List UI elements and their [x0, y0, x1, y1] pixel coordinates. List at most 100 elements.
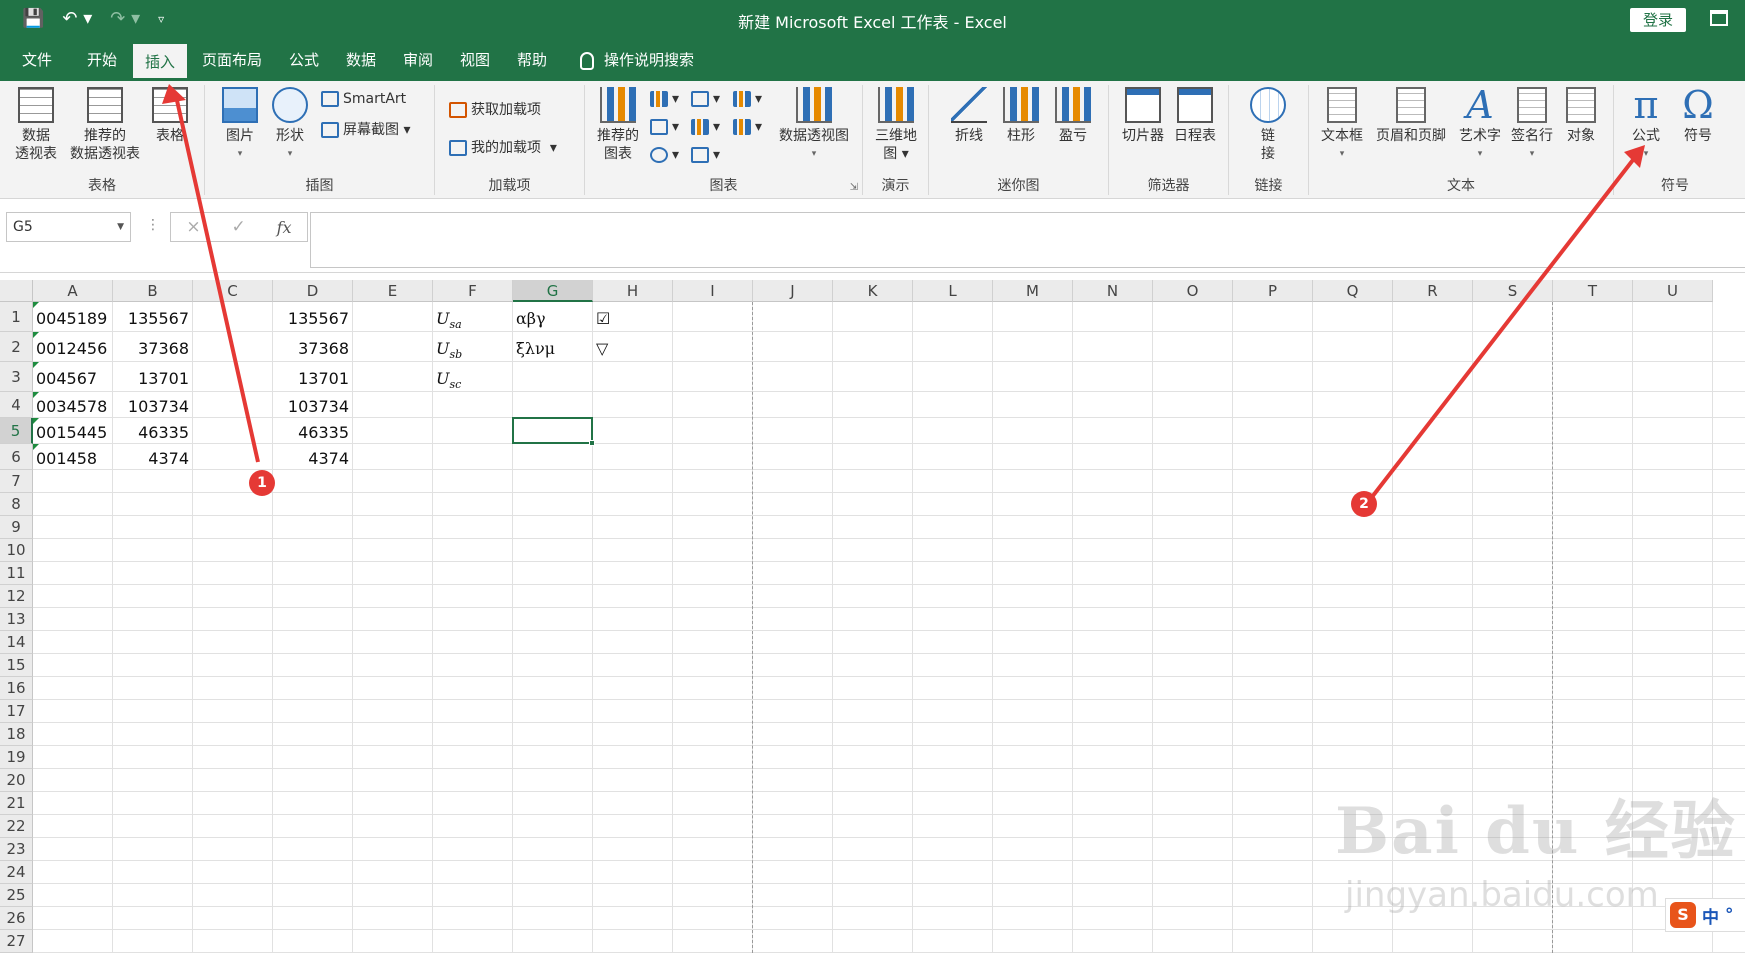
- row-header-24[interactable]: 24: [0, 861, 33, 884]
- column-header-P[interactable]: P: [1233, 280, 1313, 302]
- cell-B1[interactable]: 135567: [113, 302, 192, 332]
- row-header-7[interactable]: 7: [0, 470, 33, 493]
- row-header-20[interactable]: 20: [0, 769, 33, 792]
- cell-A6[interactable]: 001458: [33, 444, 112, 470]
- column-chart-button[interactable]: ▾: [650, 91, 679, 107]
- pictures-button[interactable]: 图片 ▾: [219, 87, 261, 163]
- tab-view[interactable]: 视图: [460, 40, 490, 81]
- column-header-A[interactable]: A: [33, 280, 113, 302]
- row-header-11[interactable]: 11: [0, 562, 33, 585]
- name-box-dropdown-icon[interactable]: ▼: [117, 213, 124, 241]
- link-button[interactable]: 链 接: [1247, 87, 1289, 163]
- cell-D6[interactable]: 4374: [273, 444, 352, 470]
- tab-help[interactable]: 帮助: [517, 40, 547, 81]
- wordart-button[interactable]: A 艺术字 ▾: [1455, 86, 1505, 163]
- tell-me-search[interactable]: 操作说明搜索: [580, 40, 694, 81]
- column-header-Q[interactable]: Q: [1313, 280, 1393, 302]
- cell-B6[interactable]: 4374: [113, 444, 192, 470]
- cell-D2[interactable]: 37368: [273, 332, 352, 362]
- tab-file[interactable]: 文件: [22, 40, 52, 81]
- row-header-15[interactable]: 15: [0, 654, 33, 677]
- cell-D3[interactable]: 13701: [273, 362, 352, 392]
- recommended-charts-button[interactable]: 推荐的 图表: [593, 87, 643, 163]
- row-header-25[interactable]: 25: [0, 884, 33, 907]
- column-header-M[interactable]: M: [993, 280, 1073, 302]
- shapes-button[interactable]: 形状 ▾: [269, 87, 311, 163]
- row-header-21[interactable]: 21: [0, 792, 33, 815]
- tab-formulas[interactable]: 公式: [289, 40, 319, 81]
- equation-button[interactable]: π 公式 ▾: [1624, 86, 1668, 163]
- cell-F1[interactable]: Usa: [433, 302, 512, 332]
- hierarchy-chart-button[interactable]: ▾: [691, 91, 720, 107]
- pie-chart-button[interactable]: ▾: [650, 147, 679, 163]
- signature-line-button[interactable]: 签名行 ▾: [1507, 87, 1557, 163]
- get-addins-button[interactable]: 获取加载项: [449, 99, 541, 119]
- insert-function-icon[interactable]: fx: [277, 218, 292, 237]
- line-chart-button[interactable]: ▾: [650, 119, 679, 135]
- row-header-1[interactable]: 1: [0, 302, 33, 332]
- column-header-B[interactable]: B: [113, 280, 193, 302]
- cell-G2[interactable]: ξλνμ: [513, 332, 592, 362]
- cell-A2[interactable]: 0012456: [33, 332, 112, 362]
- tab-review[interactable]: 审阅: [403, 40, 433, 81]
- row-header-27[interactable]: 27: [0, 930, 33, 953]
- cell-F2[interactable]: Usb: [433, 332, 512, 362]
- cell-D1[interactable]: 135567: [273, 302, 352, 332]
- row-header-3[interactable]: 3: [0, 362, 33, 392]
- tab-insert[interactable]: 插入: [133, 44, 188, 81]
- ime-status-bar[interactable]: S 中 °: [1665, 898, 1745, 932]
- column-header-K[interactable]: K: [833, 280, 913, 302]
- screenshot-button[interactable]: 屏幕截图 ▾: [321, 119, 410, 139]
- row-header-18[interactable]: 18: [0, 723, 33, 746]
- scatter-chart-button[interactable]: ▾: [691, 147, 720, 163]
- 3d-map-button[interactable]: 三维地 图 ▾: [871, 87, 921, 163]
- cell-B4[interactable]: 103734: [113, 392, 192, 418]
- fill-handle[interactable]: [589, 440, 595, 446]
- column-header-E[interactable]: E: [353, 280, 433, 302]
- pivotchart-button[interactable]: 数据透视图 ▾: [773, 87, 855, 163]
- cell-A3[interactable]: 004567: [33, 362, 112, 392]
- column-header-D[interactable]: D: [273, 280, 353, 302]
- column-header-C[interactable]: C: [193, 280, 273, 302]
- header-footer-button[interactable]: 页眉和页脚: [1369, 87, 1453, 145]
- column-header-L[interactable]: L: [913, 280, 993, 302]
- cell-H2[interactable]: ▽: [593, 332, 672, 362]
- row-header-22[interactable]: 22: [0, 815, 33, 838]
- sparkline-winloss-button[interactable]: 盈亏: [1053, 87, 1093, 145]
- cell-A4[interactable]: 0034578: [33, 392, 112, 418]
- cell-H1[interactable]: ☑: [593, 302, 672, 332]
- enter-icon[interactable]: ✓: [232, 217, 246, 237]
- tab-home[interactable]: 开始: [87, 40, 117, 81]
- name-box[interactable]: G5 ▼: [6, 212, 131, 242]
- row-header-6[interactable]: 6: [0, 444, 33, 470]
- cell-A5[interactable]: 0015445: [33, 418, 112, 444]
- cell-F3[interactable]: Usc: [433, 362, 512, 392]
- cell-A1[interactable]: 0045189: [33, 302, 112, 332]
- row-header-19[interactable]: 19: [0, 746, 33, 769]
- row-header-2[interactable]: 2: [0, 332, 33, 362]
- login-button[interactable]: 登录: [1630, 8, 1686, 32]
- sparkline-column-button[interactable]: 柱形: [1001, 87, 1041, 145]
- row-header-8[interactable]: 8: [0, 493, 33, 516]
- column-header-O[interactable]: O: [1153, 280, 1233, 302]
- combo-chart-button[interactable]: ▾: [733, 119, 762, 135]
- smartart-button[interactable]: SmartArt: [321, 91, 406, 107]
- column-header-T[interactable]: T: [1553, 280, 1633, 302]
- row-header-16[interactable]: 16: [0, 677, 33, 700]
- column-header-S[interactable]: S: [1473, 280, 1553, 302]
- row-header-26[interactable]: 26: [0, 907, 33, 930]
- object-button[interactable]: 对象: [1559, 87, 1603, 145]
- column-header-H[interactable]: H: [593, 280, 673, 302]
- recommended-pivottables-button[interactable]: 推荐的 数据透视表: [63, 87, 147, 163]
- row-header-4[interactable]: 4: [0, 392, 33, 418]
- charts-dialog-launcher-icon[interactable]: ⇲: [850, 182, 858, 193]
- row-header-17[interactable]: 17: [0, 700, 33, 723]
- ribbon-display-options-icon[interactable]: [1710, 10, 1728, 26]
- cell-B3[interactable]: 13701: [113, 362, 192, 392]
- column-header-N[interactable]: N: [1073, 280, 1153, 302]
- table-button[interactable]: 表格: [150, 87, 190, 145]
- column-header-R[interactable]: R: [1393, 280, 1473, 302]
- cell-D4[interactable]: 103734: [273, 392, 352, 418]
- my-addins-button[interactable]: 我的加载项 ▾: [449, 137, 557, 157]
- sparkline-line-button[interactable]: 折线: [949, 87, 989, 145]
